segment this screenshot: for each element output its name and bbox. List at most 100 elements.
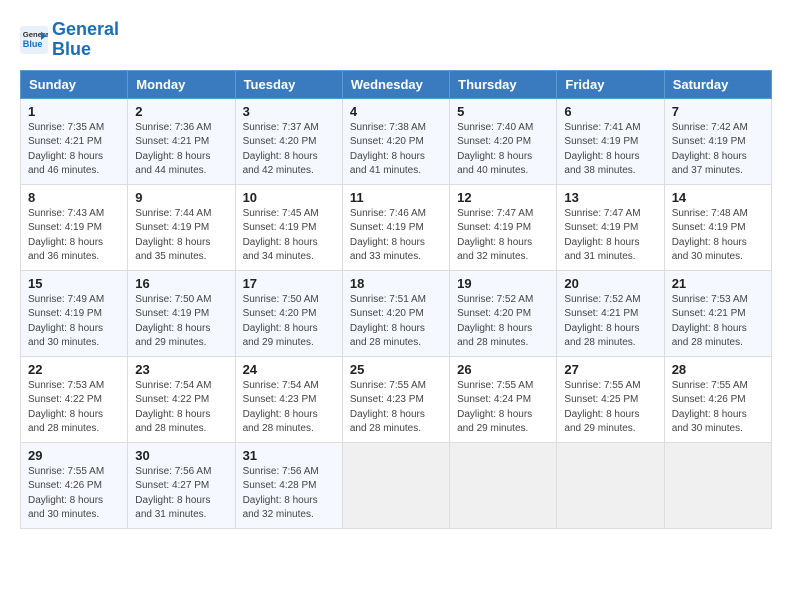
calendar-cell: 15 Sunrise: 7:49 AMSunset: 4:19 PMDaylig… bbox=[21, 270, 128, 356]
calendar-cell: 29 Sunrise: 7:55 AMSunset: 4:26 PMDaylig… bbox=[21, 442, 128, 528]
calendar-cell: 30 Sunrise: 7:56 AMSunset: 4:27 PMDaylig… bbox=[128, 442, 235, 528]
day-info: Sunrise: 7:36 AMSunset: 4:21 PMDaylight:… bbox=[135, 121, 227, 179]
day-number: 17 bbox=[243, 276, 335, 291]
calendar-cell: 23 Sunrise: 7:54 AMSunset: 4:22 PMDaylig… bbox=[128, 356, 235, 442]
calendar-cell: 3 Sunrise: 7:37 AMSunset: 4:20 PMDayligh… bbox=[235, 98, 342, 184]
calendar-cell: 1 Sunrise: 7:35 AMSunset: 4:21 PMDayligh… bbox=[21, 98, 128, 184]
calendar-cell: 26 Sunrise: 7:55 AMSunset: 4:24 PMDaylig… bbox=[450, 356, 557, 442]
logo-text: GeneralBlue bbox=[52, 20, 119, 60]
header-monday: Monday bbox=[128, 70, 235, 98]
calendar-cell: 22 Sunrise: 7:53 AMSunset: 4:22 PMDaylig… bbox=[21, 356, 128, 442]
day-info: Sunrise: 7:35 AMSunset: 4:21 PMDaylight:… bbox=[28, 121, 120, 179]
day-info: Sunrise: 7:55 AMSunset: 4:24 PMDaylight:… bbox=[457, 379, 549, 437]
day-info: Sunrise: 7:38 AMSunset: 4:20 PMDaylight:… bbox=[350, 121, 442, 179]
day-number: 29 bbox=[28, 448, 120, 463]
logo-icon: General Blue bbox=[20, 26, 48, 54]
calendar-cell: 27 Sunrise: 7:55 AMSunset: 4:25 PMDaylig… bbox=[557, 356, 664, 442]
day-info: Sunrise: 7:53 AMSunset: 4:22 PMDaylight:… bbox=[28, 379, 120, 437]
day-info: Sunrise: 7:45 AMSunset: 4:19 PMDaylight:… bbox=[243, 207, 335, 265]
calendar-cell: 14 Sunrise: 7:48 AMSunset: 4:19 PMDaylig… bbox=[664, 184, 771, 270]
day-info: Sunrise: 7:41 AMSunset: 4:19 PMDaylight:… bbox=[564, 121, 656, 179]
header-friday: Friday bbox=[557, 70, 664, 98]
day-info: Sunrise: 7:56 AMSunset: 4:27 PMDaylight:… bbox=[135, 465, 227, 523]
day-number: 8 bbox=[28, 190, 120, 205]
day-info: Sunrise: 7:55 AMSunset: 4:25 PMDaylight:… bbox=[564, 379, 656, 437]
calendar-cell: 28 Sunrise: 7:55 AMSunset: 4:26 PMDaylig… bbox=[664, 356, 771, 442]
day-number: 10 bbox=[243, 190, 335, 205]
day-info: Sunrise: 7:49 AMSunset: 4:19 PMDaylight:… bbox=[28, 293, 120, 351]
calendar-cell: 10 Sunrise: 7:45 AMSunset: 4:19 PMDaylig… bbox=[235, 184, 342, 270]
day-info: Sunrise: 7:43 AMSunset: 4:19 PMDaylight:… bbox=[28, 207, 120, 265]
day-info: Sunrise: 7:55 AMSunset: 4:26 PMDaylight:… bbox=[672, 379, 764, 437]
calendar-week-3: 15 Sunrise: 7:49 AMSunset: 4:19 PMDaylig… bbox=[21, 270, 772, 356]
day-number: 1 bbox=[28, 104, 120, 119]
day-number: 12 bbox=[457, 190, 549, 205]
day-info: Sunrise: 7:50 AMSunset: 4:20 PMDaylight:… bbox=[243, 293, 335, 351]
calendar-cell: 4 Sunrise: 7:38 AMSunset: 4:20 PMDayligh… bbox=[342, 98, 449, 184]
day-number: 26 bbox=[457, 362, 549, 377]
header-saturday: Saturday bbox=[664, 70, 771, 98]
calendar-cell: 18 Sunrise: 7:51 AMSunset: 4:20 PMDaylig… bbox=[342, 270, 449, 356]
day-number: 27 bbox=[564, 362, 656, 377]
header-wednesday: Wednesday bbox=[342, 70, 449, 98]
calendar-cell bbox=[342, 442, 449, 528]
day-number: 9 bbox=[135, 190, 227, 205]
day-info: Sunrise: 7:56 AMSunset: 4:28 PMDaylight:… bbox=[243, 465, 335, 523]
calendar-cell: 8 Sunrise: 7:43 AMSunset: 4:19 PMDayligh… bbox=[21, 184, 128, 270]
day-info: Sunrise: 7:53 AMSunset: 4:21 PMDaylight:… bbox=[672, 293, 764, 351]
calendar-cell: 13 Sunrise: 7:47 AMSunset: 4:19 PMDaylig… bbox=[557, 184, 664, 270]
calendar-cell: 2 Sunrise: 7:36 AMSunset: 4:21 PMDayligh… bbox=[128, 98, 235, 184]
calendar-header-row: SundayMondayTuesdayWednesdayThursdayFrid… bbox=[21, 70, 772, 98]
day-info: Sunrise: 7:51 AMSunset: 4:20 PMDaylight:… bbox=[350, 293, 442, 351]
day-number: 22 bbox=[28, 362, 120, 377]
day-number: 31 bbox=[243, 448, 335, 463]
day-number: 18 bbox=[350, 276, 442, 291]
day-number: 3 bbox=[243, 104, 335, 119]
day-info: Sunrise: 7:47 AMSunset: 4:19 PMDaylight:… bbox=[457, 207, 549, 265]
day-number: 4 bbox=[350, 104, 442, 119]
calendar-week-1: 1 Sunrise: 7:35 AMSunset: 4:21 PMDayligh… bbox=[21, 98, 772, 184]
day-info: Sunrise: 7:52 AMSunset: 4:20 PMDaylight:… bbox=[457, 293, 549, 351]
calendar-cell: 24 Sunrise: 7:54 AMSunset: 4:23 PMDaylig… bbox=[235, 356, 342, 442]
day-number: 19 bbox=[457, 276, 549, 291]
calendar-cell: 5 Sunrise: 7:40 AMSunset: 4:20 PMDayligh… bbox=[450, 98, 557, 184]
day-info: Sunrise: 7:52 AMSunset: 4:21 PMDaylight:… bbox=[564, 293, 656, 351]
calendar-table: SundayMondayTuesdayWednesdayThursdayFrid… bbox=[20, 70, 772, 529]
calendar-cell: 25 Sunrise: 7:55 AMSunset: 4:23 PMDaylig… bbox=[342, 356, 449, 442]
day-number: 6 bbox=[564, 104, 656, 119]
calendar-week-5: 29 Sunrise: 7:55 AMSunset: 4:26 PMDaylig… bbox=[21, 442, 772, 528]
page-header: General Blue GeneralBlue bbox=[20, 20, 772, 60]
svg-text:Blue: Blue bbox=[23, 39, 43, 49]
day-info: Sunrise: 7:54 AMSunset: 4:22 PMDaylight:… bbox=[135, 379, 227, 437]
day-info: Sunrise: 7:42 AMSunset: 4:19 PMDaylight:… bbox=[672, 121, 764, 179]
calendar-cell: 20 Sunrise: 7:52 AMSunset: 4:21 PMDaylig… bbox=[557, 270, 664, 356]
day-number: 2 bbox=[135, 104, 227, 119]
calendar-cell: 16 Sunrise: 7:50 AMSunset: 4:19 PMDaylig… bbox=[128, 270, 235, 356]
calendar-cell bbox=[557, 442, 664, 528]
day-number: 23 bbox=[135, 362, 227, 377]
day-info: Sunrise: 7:47 AMSunset: 4:19 PMDaylight:… bbox=[564, 207, 656, 265]
day-info: Sunrise: 7:55 AMSunset: 4:26 PMDaylight:… bbox=[28, 465, 120, 523]
day-number: 7 bbox=[672, 104, 764, 119]
calendar-cell: 31 Sunrise: 7:56 AMSunset: 4:28 PMDaylig… bbox=[235, 442, 342, 528]
day-number: 20 bbox=[564, 276, 656, 291]
day-number: 30 bbox=[135, 448, 227, 463]
day-info: Sunrise: 7:55 AMSunset: 4:23 PMDaylight:… bbox=[350, 379, 442, 437]
calendar-week-2: 8 Sunrise: 7:43 AMSunset: 4:19 PMDayligh… bbox=[21, 184, 772, 270]
day-info: Sunrise: 7:48 AMSunset: 4:19 PMDaylight:… bbox=[672, 207, 764, 265]
day-info: Sunrise: 7:46 AMSunset: 4:19 PMDaylight:… bbox=[350, 207, 442, 265]
calendar-cell: 6 Sunrise: 7:41 AMSunset: 4:19 PMDayligh… bbox=[557, 98, 664, 184]
calendar-cell: 21 Sunrise: 7:53 AMSunset: 4:21 PMDaylig… bbox=[664, 270, 771, 356]
day-number: 16 bbox=[135, 276, 227, 291]
calendar-cell: 9 Sunrise: 7:44 AMSunset: 4:19 PMDayligh… bbox=[128, 184, 235, 270]
logo: General Blue GeneralBlue bbox=[20, 20, 119, 60]
header-thursday: Thursday bbox=[450, 70, 557, 98]
day-info: Sunrise: 7:37 AMSunset: 4:20 PMDaylight:… bbox=[243, 121, 335, 179]
calendar-cell: 17 Sunrise: 7:50 AMSunset: 4:20 PMDaylig… bbox=[235, 270, 342, 356]
day-number: 21 bbox=[672, 276, 764, 291]
day-number: 11 bbox=[350, 190, 442, 205]
calendar-cell bbox=[664, 442, 771, 528]
day-number: 13 bbox=[564, 190, 656, 205]
day-info: Sunrise: 7:54 AMSunset: 4:23 PMDaylight:… bbox=[243, 379, 335, 437]
day-number: 25 bbox=[350, 362, 442, 377]
